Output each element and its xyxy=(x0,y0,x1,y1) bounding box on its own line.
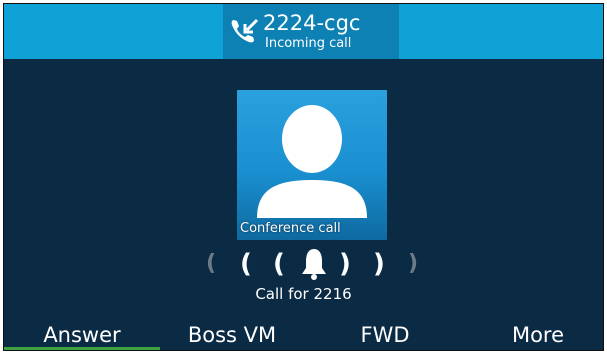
contact-avatar: Conference call xyxy=(237,90,387,240)
person-avatar-icon xyxy=(257,105,367,218)
incoming-call-icon xyxy=(231,18,259,43)
caller-info: 2224-cgc Incoming call xyxy=(223,4,399,59)
top-bar: 2224-cgc Incoming call xyxy=(4,4,603,59)
fwd-softkey[interactable]: FWD xyxy=(310,320,460,350)
ring-wave-left-inner: ( xyxy=(273,249,285,279)
call-status: Incoming call xyxy=(265,36,352,51)
selected-softkey-indicator xyxy=(4,347,160,350)
ring-wave-right-inner: ) xyxy=(339,249,351,279)
more-softkey[interactable]: More xyxy=(463,320,603,350)
call-for-line: Call for 2216 xyxy=(255,285,352,303)
ring-wave-left-outer: ( xyxy=(206,251,217,276)
answer-softkey[interactable]: Answer xyxy=(7,320,157,350)
softkey-bar: Answer Boss VM FWD More xyxy=(4,320,603,350)
boss-vm-softkey[interactable]: Boss VM xyxy=(157,320,307,350)
ringing-indicator: ( ( ( ) ) ) xyxy=(204,246,424,282)
ring-wave-right-middle: ) xyxy=(373,249,385,279)
phone-screen: 2224-cgc Incoming call Conference call (… xyxy=(3,3,604,351)
contact-label: Conference call xyxy=(240,221,341,236)
bell-icon xyxy=(302,249,326,280)
caller-number: 2224-cgc xyxy=(263,11,361,35)
ring-wave-left-middle: ( xyxy=(240,249,252,279)
ring-wave-right-outer: ) xyxy=(408,251,419,276)
